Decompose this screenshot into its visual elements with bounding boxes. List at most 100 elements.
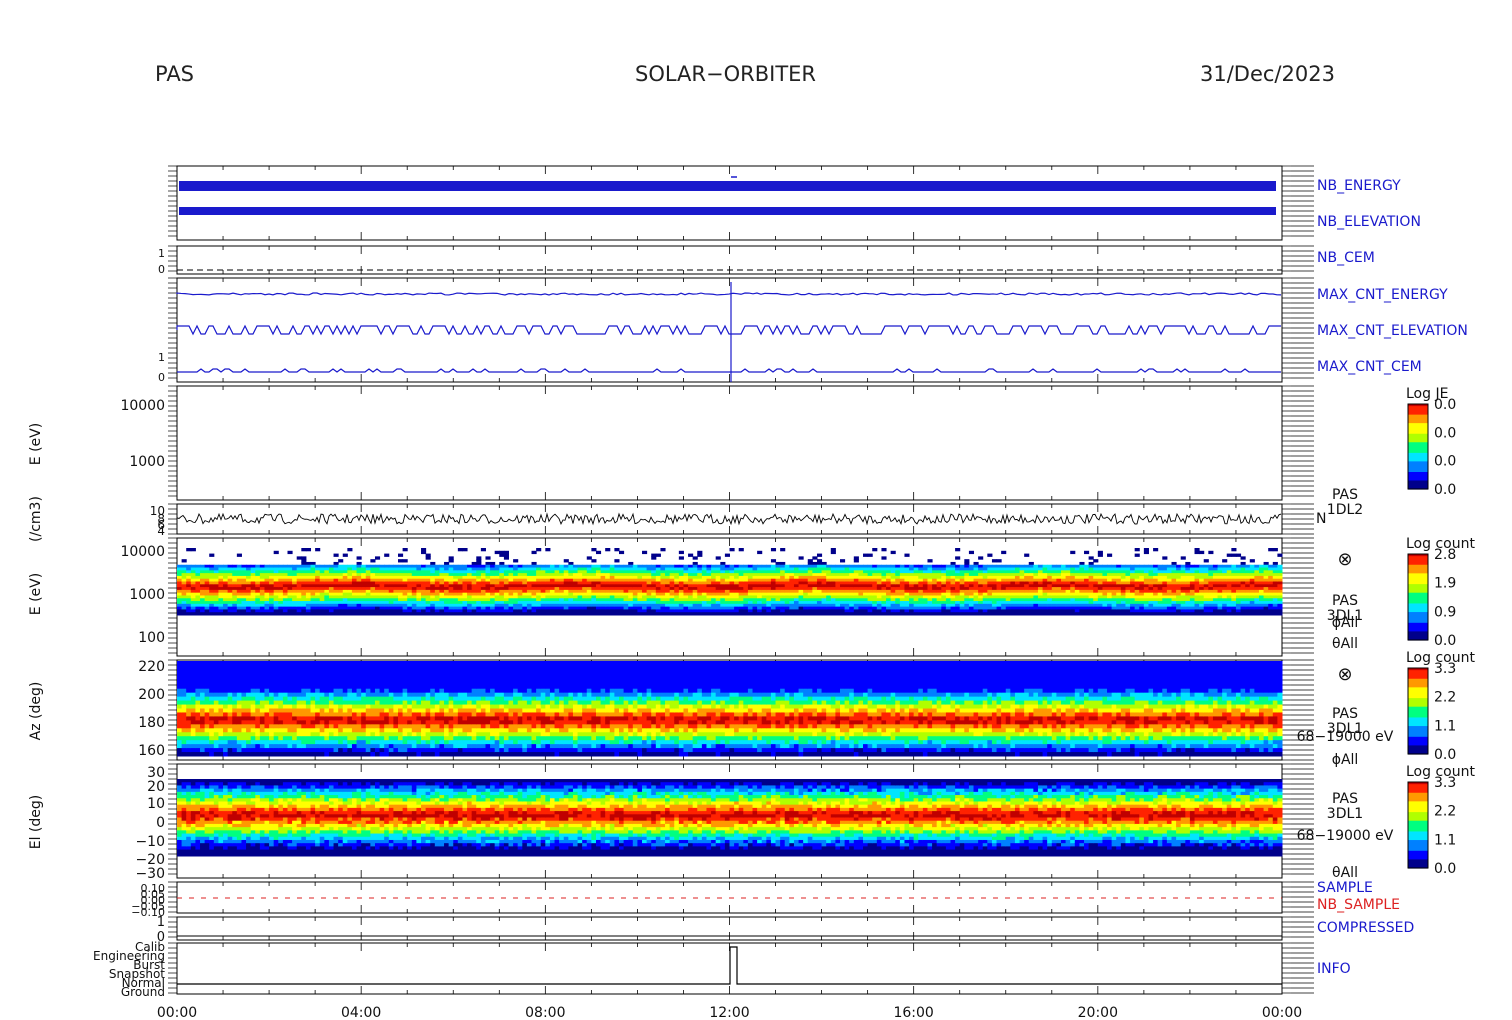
heat-cell xyxy=(609,612,615,616)
heat-cell xyxy=(388,612,394,616)
heat-cell xyxy=(545,612,551,616)
heat-cell xyxy=(697,612,703,616)
heat-cell xyxy=(724,612,730,616)
x-tick-label: 20:00 xyxy=(1078,1005,1118,1020)
heat-cell xyxy=(200,612,206,616)
heat-cell xyxy=(752,612,758,616)
heat-cell xyxy=(968,550,975,555)
heat-cell xyxy=(1194,612,1200,616)
heat-cell xyxy=(955,612,961,616)
heat-cell xyxy=(287,612,293,616)
heat-cell xyxy=(1084,612,1090,616)
heat-cell xyxy=(950,612,956,616)
heat-cell xyxy=(255,612,261,616)
heat-cell xyxy=(1203,612,1209,616)
heat-cell xyxy=(1074,612,1080,616)
heat-cell xyxy=(964,612,970,616)
heat-cell xyxy=(982,612,988,616)
heat-cell xyxy=(899,612,905,616)
heat-cell xyxy=(485,556,491,560)
x-tick-label: 12:00 xyxy=(709,1005,749,1020)
heat-cell xyxy=(186,548,192,552)
heat-cell xyxy=(246,612,252,616)
heat-cell xyxy=(1226,553,1232,557)
heat-cell xyxy=(586,556,592,560)
heat-cell xyxy=(1047,612,1053,616)
panel-spec-1dl2 xyxy=(176,385,1283,501)
heat-cell xyxy=(536,612,542,616)
heat-cell xyxy=(996,612,1002,616)
heat-cell xyxy=(319,612,325,616)
density-label: N xyxy=(1316,511,1326,527)
heat-cell xyxy=(259,612,265,616)
heat-cell xyxy=(1111,612,1117,616)
heat-cell xyxy=(1056,612,1062,616)
heat-cell xyxy=(872,548,878,552)
heat-cell xyxy=(853,612,859,616)
heat-cell xyxy=(1010,612,1016,616)
heat-cell xyxy=(895,612,901,616)
heat-cell xyxy=(840,612,846,616)
heat-cell xyxy=(761,612,767,616)
y-axis-label: (/cm3) xyxy=(28,496,44,542)
heat-cell xyxy=(586,612,592,616)
heat-cell xyxy=(665,612,671,616)
heat-cell xyxy=(1222,559,1228,563)
heat-cell xyxy=(444,612,450,616)
heat-cell xyxy=(715,612,721,616)
heat-cell xyxy=(1153,612,1159,616)
heat-cell xyxy=(342,612,348,616)
heat-cell xyxy=(738,612,744,616)
heat-cell xyxy=(379,612,385,616)
heat-cell xyxy=(614,548,620,552)
heat-cell xyxy=(572,612,579,616)
heat-cell xyxy=(508,612,514,616)
heat-cell xyxy=(793,612,800,616)
heat-cell xyxy=(904,553,910,557)
heat-cell xyxy=(241,612,247,616)
heat-cell xyxy=(421,612,427,616)
heat-cell xyxy=(830,550,836,555)
heat-cell xyxy=(356,556,362,560)
heat-cell xyxy=(1176,612,1182,616)
heat-cell xyxy=(296,612,302,616)
max-cnt-cem-line xyxy=(177,368,1281,373)
heat-cell xyxy=(522,612,528,616)
heat-cell xyxy=(775,612,781,616)
heat-cell xyxy=(1134,548,1140,552)
heat-cell xyxy=(853,559,859,563)
heat-cell xyxy=(457,612,463,616)
heat-cell xyxy=(393,612,399,616)
heat-cell xyxy=(978,556,984,560)
heat-cell xyxy=(457,548,463,552)
heat-cell xyxy=(660,612,666,616)
heat-cell xyxy=(812,556,818,560)
heat-cell xyxy=(347,548,353,552)
heat-cell xyxy=(1240,556,1246,560)
heat-cell xyxy=(683,612,689,616)
heat-cell xyxy=(1226,612,1232,616)
heat-cell xyxy=(582,612,588,616)
heat-cell xyxy=(881,556,887,560)
heat-cell xyxy=(784,612,790,616)
heat-cell xyxy=(351,612,358,616)
heat-cell xyxy=(1005,612,1011,616)
heat-cell xyxy=(1231,612,1237,616)
heat-cell xyxy=(858,612,864,616)
heat-cell xyxy=(536,548,542,552)
heat-cell xyxy=(987,612,993,616)
heat-cell xyxy=(517,612,523,616)
heat-cell xyxy=(1208,550,1214,555)
heat-cell xyxy=(467,612,473,616)
heat-cell xyxy=(1042,612,1048,616)
heat-cell xyxy=(181,559,187,563)
heat-cell xyxy=(692,556,698,560)
heat-cell xyxy=(1143,550,1149,555)
heat-cell xyxy=(333,553,339,557)
heat-cell xyxy=(1203,559,1209,563)
panel-label: NB_CEM xyxy=(1317,250,1375,266)
heat-cell xyxy=(623,612,629,616)
heat-cell xyxy=(531,550,537,555)
heat-cell xyxy=(909,612,915,616)
panel-tag: PAS xyxy=(1332,487,1358,503)
